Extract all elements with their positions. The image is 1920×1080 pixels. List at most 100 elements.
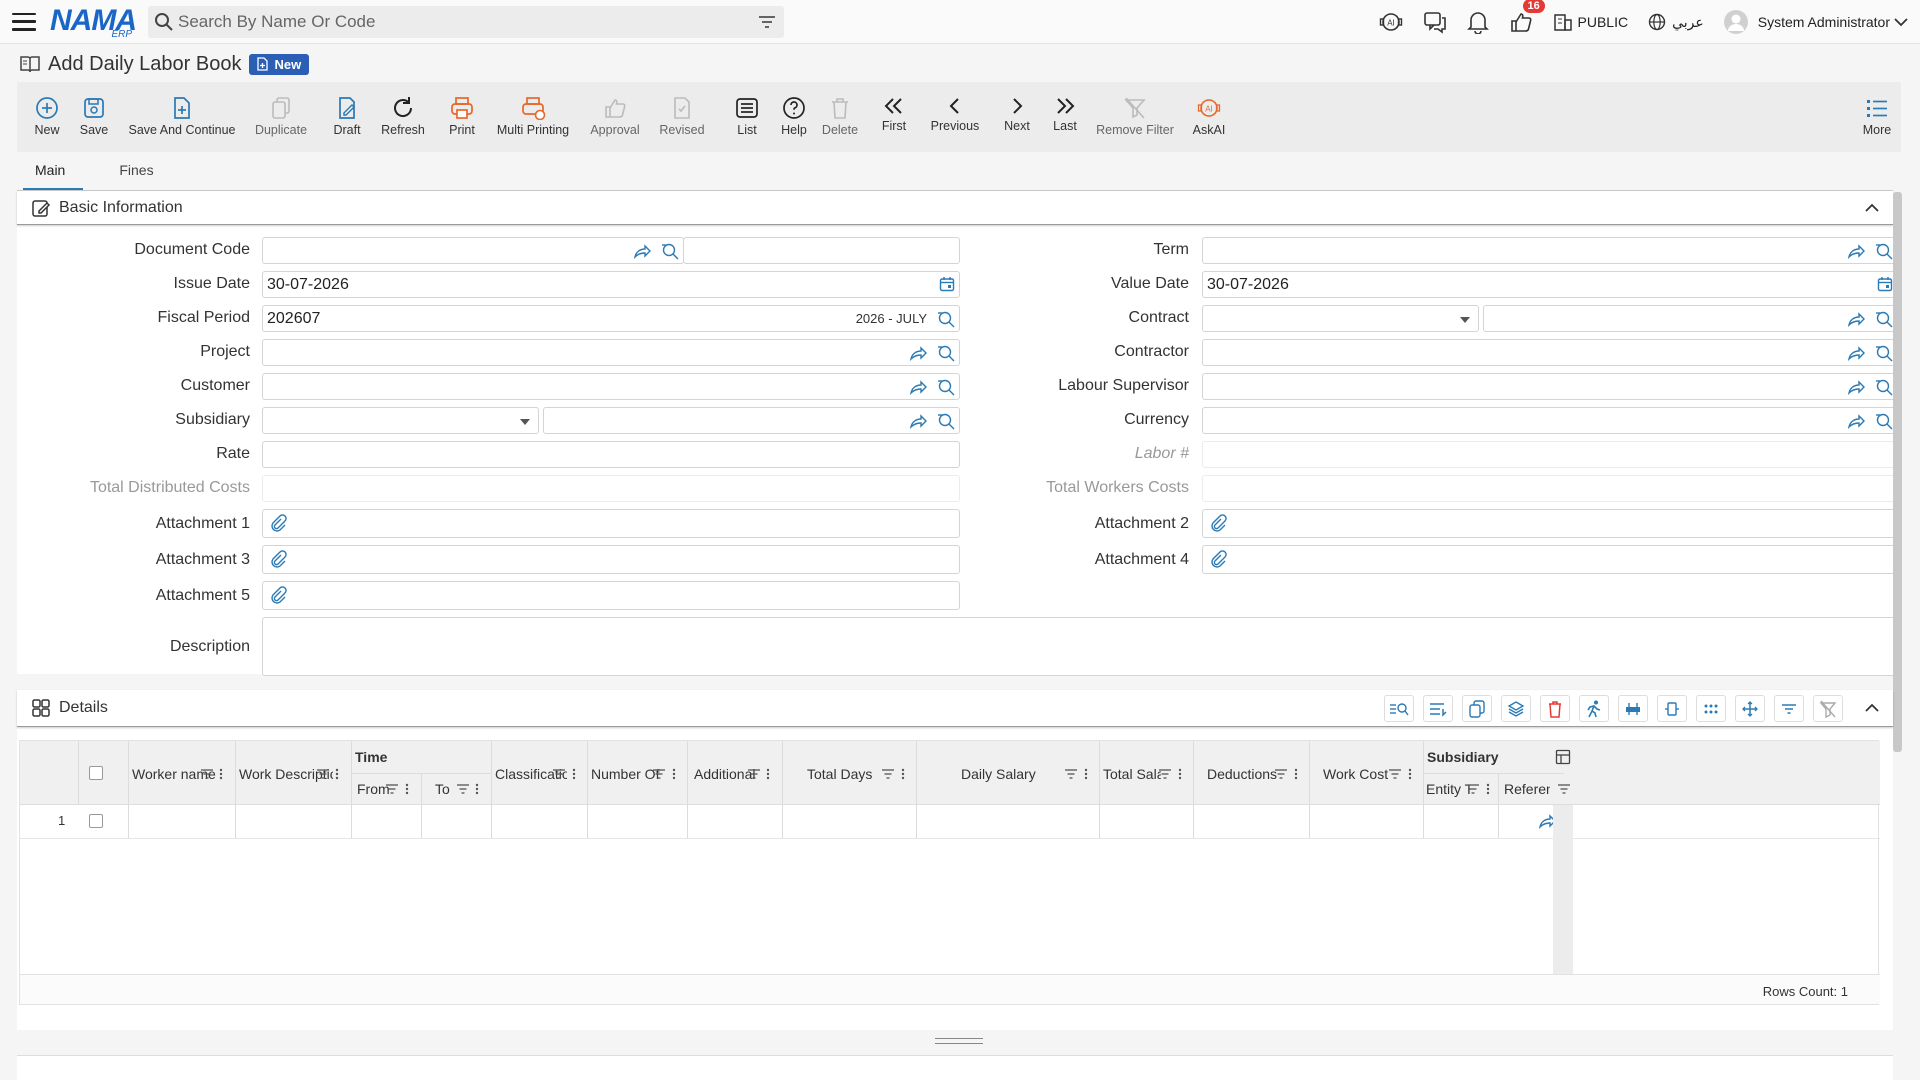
calendar-icon[interactable] (939, 276, 955, 292)
issue-date-input[interactable]: 30-07-2026 (262, 271, 960, 298)
document-code-name-input[interactable] (683, 237, 960, 264)
move-icon[interactable] (1735, 695, 1765, 722)
paperclip-icon[interactable] (269, 550, 287, 568)
column-filter-icon[interactable] (1158, 768, 1172, 780)
next-button[interactable]: Next (997, 82, 1037, 152)
column-menu-icon[interactable] (1178, 768, 1182, 780)
subsidiary-input[interactable] (543, 407, 960, 434)
grid-search-icon[interactable] (1384, 695, 1414, 722)
resize-handle[interactable] (935, 1038, 983, 1044)
attachment-1-field[interactable] (262, 509, 960, 538)
add-row-icon[interactable] (1423, 695, 1453, 722)
share-icon[interactable] (1847, 242, 1865, 260)
col-reference[interactable]: Referen (1504, 781, 1550, 797)
save-button[interactable]: Save (74, 82, 114, 152)
details-header[interactable]: Details (17, 690, 1893, 727)
lookup-icon[interactable] (1875, 310, 1893, 328)
attachment-2-field[interactable] (1202, 509, 1898, 538)
description-textarea[interactable] (262, 617, 1898, 676)
project-input[interactable] (262, 339, 960, 366)
attachment-4-field[interactable] (1202, 545, 1898, 574)
search-input[interactable] (178, 7, 784, 37)
multi-printing-button[interactable]: Multi Printing (495, 82, 571, 152)
paperclip-icon[interactable] (269, 586, 287, 604)
delete-rows-icon[interactable] (1540, 695, 1570, 722)
tab-fines[interactable]: Fines (101, 158, 171, 186)
ai-assistant-icon[interactable]: AI (1379, 10, 1403, 34)
filter-icon[interactable] (758, 14, 776, 30)
column-chooser-icon[interactable] (1555, 749, 1571, 765)
paperclip-icon[interactable] (269, 514, 287, 532)
last-button[interactable]: Last (1045, 82, 1085, 152)
refresh-button[interactable]: Refresh (379, 82, 427, 152)
tab-main[interactable]: Main (17, 158, 84, 190)
share-icon[interactable] (1847, 412, 1865, 430)
run-icon[interactable] (1579, 695, 1609, 722)
share-icon[interactable] (909, 344, 927, 362)
column-filter-icon[interactable] (747, 768, 761, 780)
grid-filter-icon[interactable] (1774, 695, 1804, 722)
column-filter-icon[interactable] (1064, 768, 1078, 780)
revised-button[interactable]: Revised (657, 82, 707, 152)
remove-filter-button[interactable]: Remove Filter (1095, 82, 1175, 152)
user-menu[interactable]: System Administrator (1723, 10, 1908, 34)
logo[interactable]: NAMA ERP (50, 4, 137, 40)
lookup-icon[interactable] (1875, 412, 1893, 430)
share-icon[interactable] (633, 242, 651, 260)
lookup-icon[interactable] (937, 412, 955, 430)
column-menu-icon[interactable] (1486, 783, 1490, 795)
row-checkbox[interactable] (89, 814, 103, 828)
table-row[interactable]: 1 (20, 805, 1880, 839)
col-entity-type[interactable]: Entity Ty (1426, 781, 1470, 797)
column-menu-icon[interactable] (1294, 768, 1298, 780)
paperclip-icon[interactable] (1209, 550, 1227, 568)
share-icon[interactable] (909, 378, 927, 396)
page-scrollbar[interactable] (1893, 192, 1902, 752)
rate-input[interactable] (262, 441, 960, 468)
select-all-checkbox[interactable] (89, 766, 103, 780)
branch-selector[interactable]: PUBLIC (1553, 12, 1628, 32)
grid-filter-off-icon[interactable] (1813, 695, 1843, 722)
print-button[interactable]: Print (442, 82, 482, 152)
column-filter-icon[interactable] (652, 768, 666, 780)
save-and-continue-button[interactable]: Save And Continue (128, 82, 236, 152)
subsidiary-type-select[interactable] (262, 407, 539, 434)
column-filter-icon[interactable] (316, 768, 330, 780)
column-menu-icon[interactable] (335, 768, 339, 780)
share-icon[interactable] (1847, 310, 1865, 328)
customer-input[interactable] (262, 373, 960, 400)
lookup-icon[interactable] (1875, 344, 1893, 362)
lookup-icon[interactable] (937, 344, 955, 362)
approval-button[interactable]: Approval (589, 82, 641, 152)
column-menu-icon[interactable] (405, 783, 409, 795)
term-input[interactable] (1202, 237, 1898, 264)
col-work-cost[interactable]: Work Cost (1323, 766, 1388, 782)
paperclip-icon[interactable] (1209, 514, 1227, 532)
attachment-3-field[interactable] (262, 545, 960, 574)
lookup-icon[interactable] (661, 242, 679, 260)
basic-information-header[interactable]: Basic Information (17, 191, 1893, 225)
column-filter-icon[interactable] (881, 768, 895, 780)
copy-rows-icon[interactable] (1462, 695, 1492, 722)
share-icon[interactable] (909, 412, 927, 430)
column-menu-icon[interactable] (1408, 768, 1412, 780)
value-date-input[interactable]: 30-07-2026 (1202, 271, 1898, 298)
grid-dots-icon[interactable] (1696, 695, 1726, 722)
first-button[interactable]: First (874, 82, 914, 152)
help-button[interactable]: Help (774, 82, 814, 152)
lookup-icon[interactable] (937, 378, 955, 396)
previous-button[interactable]: Previous (927, 82, 983, 152)
col-total-salary[interactable]: Total Salar (1103, 766, 1161, 782)
chevron-up-icon[interactable] (1865, 703, 1879, 713)
draft-button[interactable]: Draft (327, 82, 367, 152)
attachment-5-field[interactable] (262, 581, 960, 610)
contract-type-select[interactable] (1202, 305, 1479, 332)
duplicate-button[interactable]: Duplicate (253, 82, 309, 152)
share-icon[interactable] (1847, 378, 1865, 396)
column-filter-icon[interactable] (385, 783, 399, 795)
column-filter-icon[interactable] (456, 783, 470, 795)
currency-input[interactable] (1202, 407, 1898, 434)
col-total-days[interactable]: Total Days (807, 766, 872, 782)
column-filter-icon[interactable] (1557, 783, 1571, 795)
layers-icon[interactable] (1501, 695, 1531, 722)
